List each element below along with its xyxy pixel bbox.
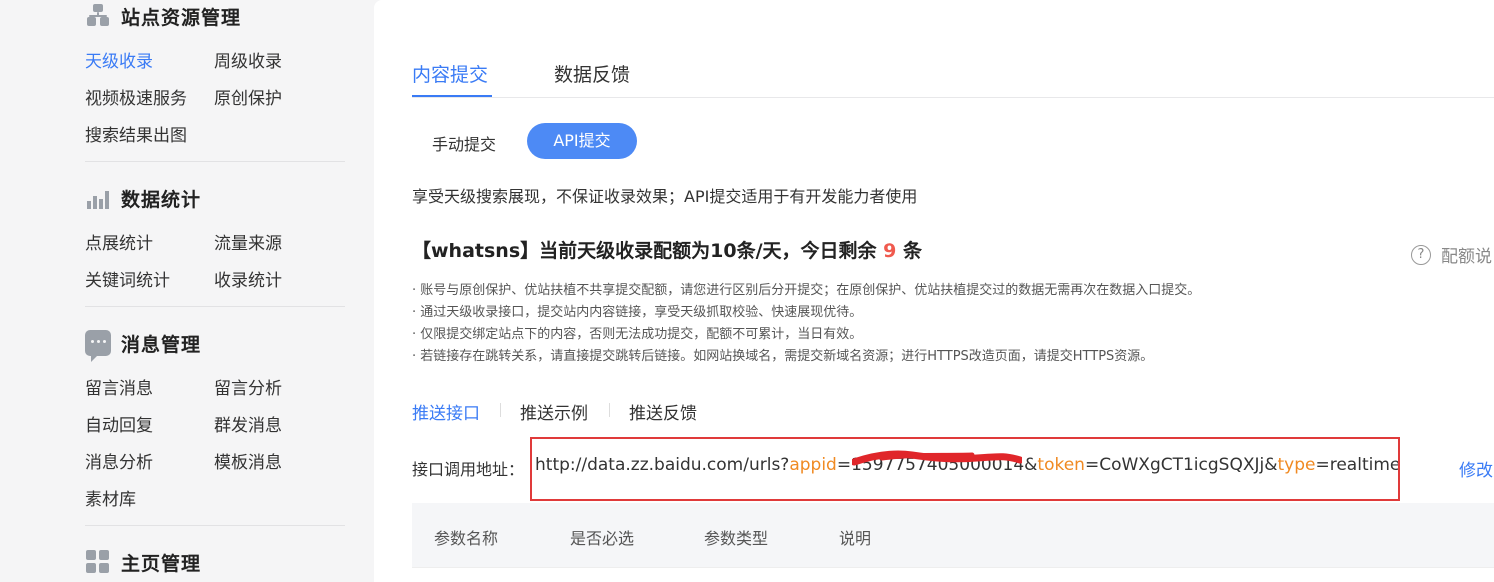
note-item: · 若链接存在跳转关系，请直接提交跳转后链接。如网站换域名，需提交新域名资源；进… (412, 349, 1154, 364)
quota-heading: 【whatsns】当前天级收录配额为10条/天，今日剩余 9 条 (412, 240, 922, 262)
note-item: · 通过天级收录接口，提交站内内容链接，享受天级抓取校验、快速展现优待。 (412, 305, 863, 320)
sidebar-divider (85, 525, 345, 526)
sidebar-item-video-fast[interactable]: 视频极速服务 (85, 84, 187, 109)
sidebar-item-comments[interactable]: 留言消息 (85, 374, 153, 399)
sidebar-item-keyword-stats[interactable]: 关键词统计 (85, 266, 170, 291)
question-circle-icon: ? (1411, 244, 1431, 265)
table-header-param-type: 参数类型 (704, 529, 769, 548)
quota-help-link[interactable]: ? 配额说 (1411, 242, 1492, 267)
sidebar-item-traffic-source[interactable]: 流量来源 (214, 229, 282, 254)
push-tab-separator (500, 403, 501, 417)
sidebar-item-broadcast[interactable]: 群发消息 (214, 411, 282, 436)
section-title: 主页管理 (85, 548, 201, 576)
sidebar-item-index-stats[interactable]: 收录统计 (214, 266, 282, 291)
notes-list: · 账号与原创保护、优站扶植不共享提交配额，请您进行区别后分开提交；在原创保护、… (412, 280, 1200, 368)
grid-icon (85, 549, 111, 575)
table-header-description: 说明 (839, 529, 872, 548)
api-url-label: 接口调用地址： (412, 460, 525, 479)
sidebar-item-impressions[interactable]: 点展统计 (85, 229, 153, 254)
sidebar-item-template-messages[interactable]: 模板消息 (214, 448, 282, 473)
sidebar-item-comment-analysis[interactable]: 留言分析 (214, 374, 282, 399)
sidebar-divider (85, 306, 345, 307)
tab-content-submit[interactable]: 内容提交 (412, 60, 488, 87)
note-item: · 账号与原创保护、优站扶植不共享提交配额，请您进行区别后分开提交；在原创保护、… (412, 283, 1201, 298)
subtab-manual-submit[interactable]: 手动提交 (432, 131, 496, 155)
quota-remaining: 9 (883, 240, 897, 262)
sidebar-item-weekly-index[interactable]: 周级收录 (214, 47, 282, 72)
table-header-param-name: 参数名称 (434, 529, 499, 548)
push-tab-example[interactable]: 推送示例 (520, 399, 588, 424)
sidebar-item-search-images[interactable]: 搜索结果出图 (85, 121, 187, 146)
main-panel: 内容提交 数据反馈 手动提交 API提交 享受天级搜索展现，不保证收录效果；AP… (374, 0, 1494, 582)
note-item: · 仅限提交绑定站点下的内容，否则无法成功提交，配额不可累计，当日有效。 (412, 327, 863, 342)
section-title: 站点资源管理 (85, 2, 241, 30)
push-tab-feedback[interactable]: 推送反馈 (629, 399, 697, 424)
sidebar-item-original-protect[interactable]: 原创保护 (214, 84, 282, 109)
sidebar-item-daily-index[interactable]: 天级收录 (85, 47, 153, 72)
modify-link[interactable]: 修改 (1459, 456, 1493, 481)
tab-data-feedback[interactable]: 数据反馈 (554, 60, 630, 87)
sidebar-item-message-analysis[interactable]: 消息分析 (85, 448, 153, 473)
url-highlight-box (530, 437, 1400, 501)
section-title: 消息管理 (85, 329, 201, 362)
section-title: 数据统计 (85, 184, 201, 212)
table-header-required: 是否必选 (570, 529, 635, 548)
push-tab-separator (609, 403, 610, 417)
sidebar-item-auto-reply[interactable]: 自动回复 (85, 411, 153, 436)
push-tab-interface[interactable]: 推送接口 (412, 399, 480, 424)
sidebar-divider (85, 161, 345, 162)
sitemap-icon (85, 3, 111, 29)
subtab-api-submit[interactable]: API提交 (527, 123, 637, 159)
chat-icon (85, 330, 111, 362)
sidebar-item-media-library[interactable]: 素材库 (85, 485, 136, 510)
table-divider (412, 567, 1494, 568)
params-table-header: 参数名称 是否必选 参数类型 说明 (412, 503, 1494, 567)
api-description: 享受天级搜索展现，不保证收录效果；API提交适用于有开发能力者使用 (412, 187, 918, 206)
bar-chart-icon (85, 185, 111, 211)
sidebar: 站点资源管理 天级收录 周级收录 视频极速服务 原创保护 搜索结果出图 数据统计… (0, 0, 372, 582)
tabs-divider (412, 97, 1494, 98)
